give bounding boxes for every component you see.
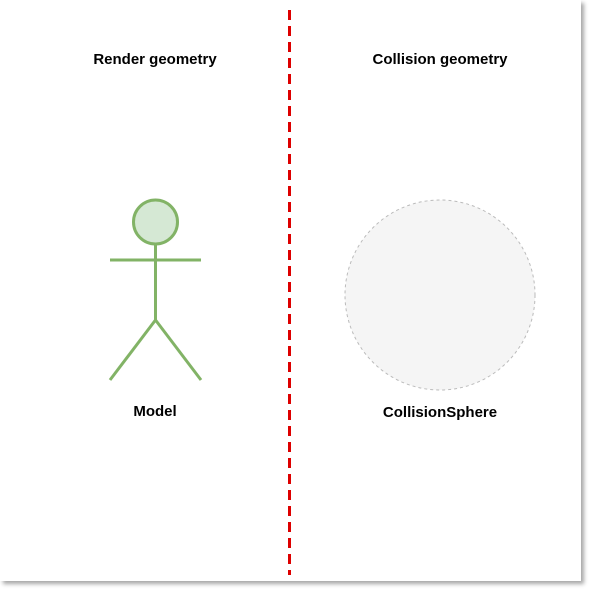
heading-render-geometry: Render geometry bbox=[93, 51, 217, 68]
stick-figure-icon[interactable] bbox=[108, 198, 203, 381]
figure-right-leg bbox=[154, 319, 203, 381]
model-label: Model bbox=[133, 403, 177, 420]
diagram-canvas: Render geometry Collision geometry Model… bbox=[0, 0, 592, 592]
sphere-icon[interactable] bbox=[344, 199, 536, 391]
diagram-svg bbox=[108, 10, 536, 575]
collision-sphere-label: CollisionSphere bbox=[382, 404, 498, 421]
figure-head bbox=[132, 198, 179, 246]
figure-left-leg bbox=[108, 319, 157, 381]
heading-collision-geometry: Collision geometry bbox=[372, 51, 508, 68]
